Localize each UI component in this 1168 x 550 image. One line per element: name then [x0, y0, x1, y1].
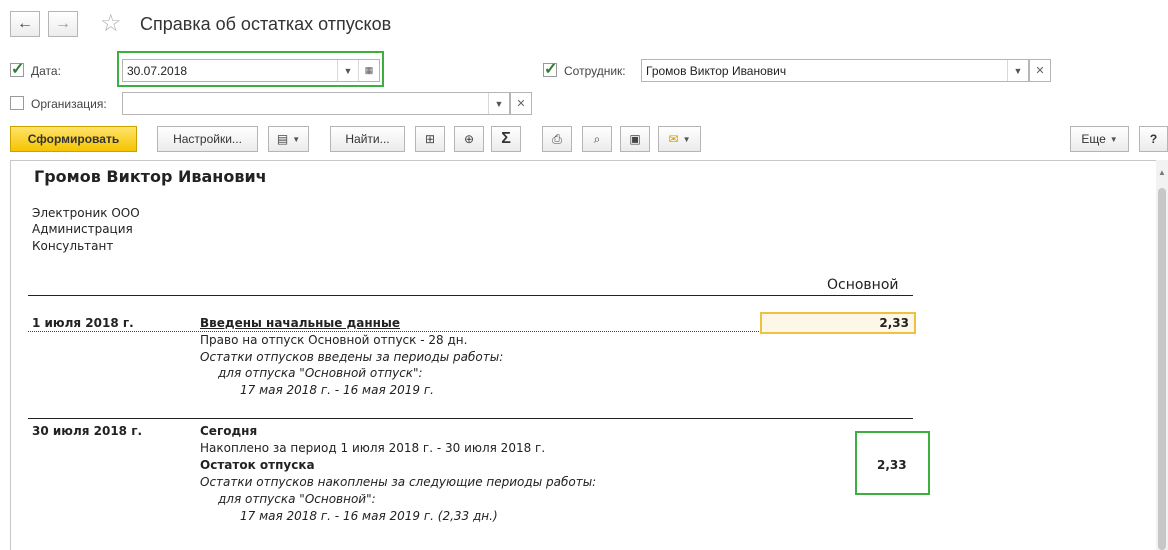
scrollbar-thumb[interactable] [1158, 188, 1166, 550]
scroll-up-icon[interactable]: ▲ [1158, 168, 1166, 177]
chevron-down-icon: ▼ [682, 134, 691, 144]
arrow-right-icon: → [55, 15, 71, 32]
report-employee-name: Громов Виктор Иванович [34, 167, 267, 186]
balance-highlight-frame [855, 431, 930, 495]
entry-detail-line: 17 мая 2018 г. - 16 мая 2019 г. [240, 383, 434, 397]
expand-groups-button[interactable]: ⊞ [415, 126, 445, 152]
arrow-left-icon: ← [17, 15, 33, 32]
entry-divider [28, 418, 913, 419]
more-label: Еще [1081, 132, 1106, 146]
forward-button[interactable]: → [48, 11, 78, 37]
back-button[interactable]: ← [10, 11, 40, 37]
employee-field[interactable]: Громов Виктор Иванович ▼ [641, 59, 1029, 82]
entry-date: 30 июля 2018 г. [32, 424, 143, 438]
entry-detail-line: для отпуска "Основной отпуск": [218, 366, 423, 380]
save-button[interactable]: ▣ [620, 126, 650, 152]
header-divider [28, 295, 913, 296]
entry-title: Сегодня [200, 424, 258, 438]
generate-button[interactable]: Сформировать [10, 126, 137, 152]
sum-button[interactable]: Σ [491, 126, 521, 152]
settings-button[interactable]: Настройки... [157, 126, 258, 152]
magnifier-icon: ⌕ [593, 131, 601, 146]
variants-button[interactable]: ▤ ▼ [268, 126, 309, 152]
employee-value: Громов Виктор Иванович [646, 63, 787, 78]
report-org-line: Администрация [32, 222, 133, 236]
organization-clear-button[interactable]: ✕ [510, 92, 532, 115]
close-icon: ✕ [516, 98, 526, 110]
organization-field[interactable]: ▼ [122, 92, 510, 115]
vertical-scrollbar[interactable]: ▲ [1156, 160, 1168, 550]
date-highlight-frame [117, 51, 384, 87]
group-add-icon: ⊕ [463, 132, 475, 146]
find-button[interactable]: Найти... [330, 126, 405, 152]
entry-title: Введены начальные данные [200, 316, 400, 330]
selected-value-cell[interactable]: 2,33 [760, 312, 916, 334]
page-title: Справка об остатках отпусков [140, 14, 392, 34]
print-button[interactable]: ⎙ [542, 126, 572, 152]
employee-label: Сотрудник: [564, 64, 626, 78]
chevron-down-icon: ▼ [292, 134, 301, 144]
preview-button[interactable]: ⌕ [582, 126, 612, 152]
column-header: Основной [827, 277, 899, 293]
entry-detail-line: Остатки отпусков накоплены за следующие … [200, 475, 597, 489]
more-button[interactable]: Еще ▼ [1070, 126, 1129, 152]
checkmark-icon: ✓ [544, 61, 558, 78]
dropdown-arrow-icon[interactable]: ▼ [1007, 60, 1028, 81]
date-checkbox[interactable]: ✓ [10, 61, 24, 78]
folder-icon: ▤ [276, 132, 289, 146]
entry-value: 2,33 [879, 316, 909, 330]
entry-detail-line: Остатки отпусков введены за периоды рабо… [200, 350, 504, 364]
close-icon: ✕ [1035, 65, 1045, 77]
employee-clear-button[interactable]: ✕ [1029, 59, 1051, 82]
date-label: Дата: [31, 64, 61, 78]
envelope-icon: ✉ [668, 132, 679, 146]
entry-detail-line: Накоплено за период 1 июля 2018 г. - 30 … [200, 441, 546, 455]
help-button[interactable]: ? [1139, 126, 1168, 152]
entry-date: 1 июля 2018 г. [32, 316, 134, 330]
entry-detail-line: Право на отпуск Основной отпуск - 28 дн. [200, 333, 468, 347]
entry-detail-line: 17 мая 2018 г. - 16 мая 2019 г. (2,33 дн… [240, 509, 498, 523]
group-expand-icon: ⊞ [424, 132, 436, 146]
floppy-disk-icon: ▣ [629, 132, 641, 146]
entry-dotted-divider [28, 331, 761, 332]
organization-label: Организация: [31, 97, 107, 111]
entry-detail-line: для отпуска "Основной": [218, 492, 376, 506]
employee-checkbox[interactable]: ✓ [543, 61, 557, 78]
report-sheet[interactable] [10, 160, 1168, 550]
collapse-groups-button[interactable]: ⊕ [454, 126, 484, 152]
send-email-button[interactable]: ✉ ▼ [658, 126, 701, 152]
report-org-line: Электроник ООО [32, 206, 140, 220]
report-org-line: Консультант [32, 239, 114, 253]
sigma-icon: Σ [501, 130, 511, 147]
balance-label: Остаток отпуска [200, 458, 315, 472]
favorite-star-icon[interactable]: ☆ [100, 10, 122, 38]
printer-icon: ⎙ [552, 131, 562, 146]
checkmark-icon: ✓ [11, 61, 25, 78]
chevron-down-icon: ▼ [1109, 134, 1118, 144]
organization-checkbox[interactable] [10, 96, 24, 110]
dropdown-arrow-icon[interactable]: ▼ [488, 93, 509, 114]
